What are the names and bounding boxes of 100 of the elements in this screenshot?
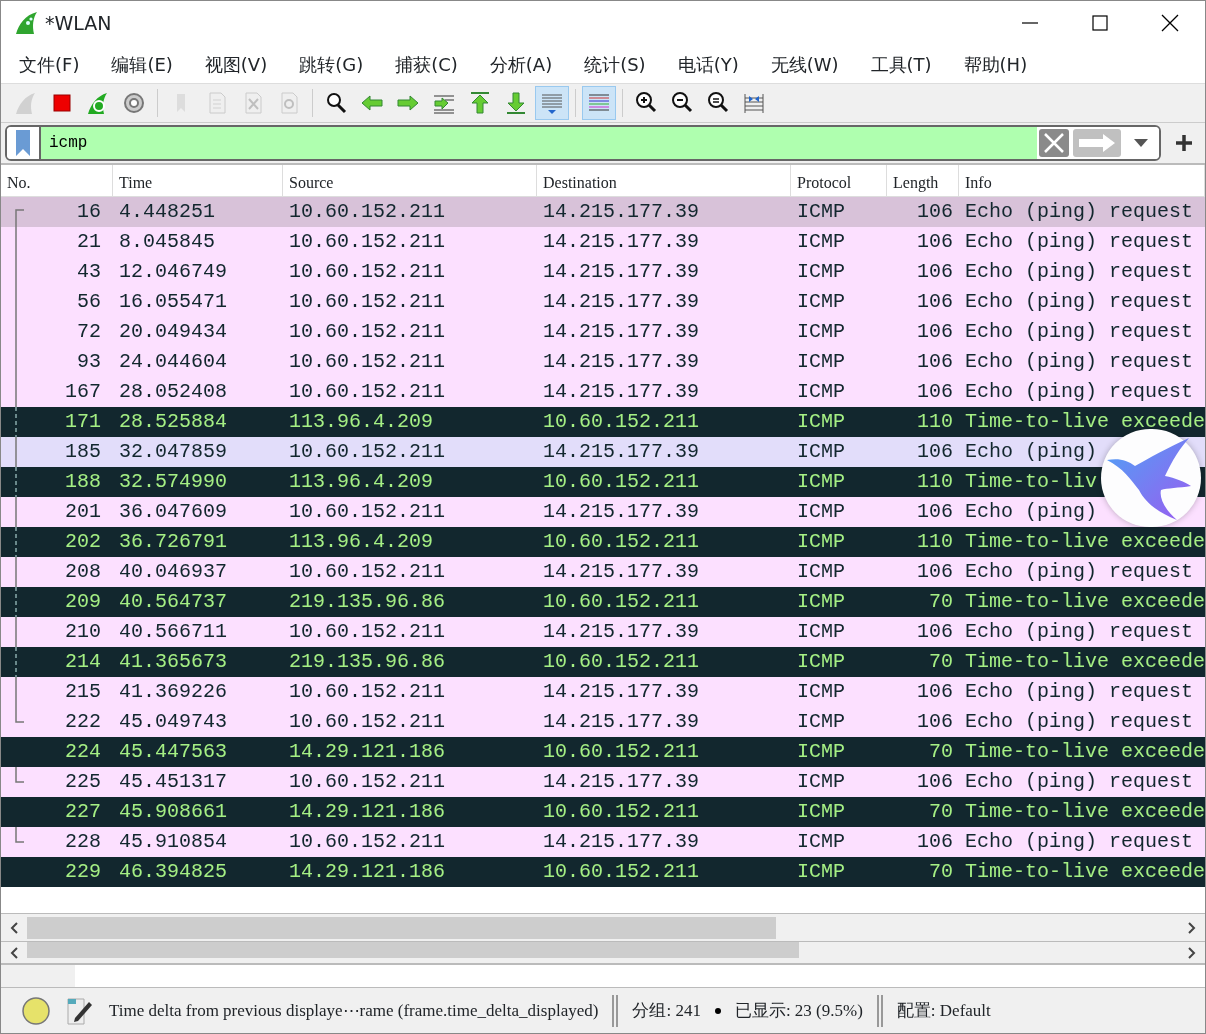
table-cell-text: ICMP — [796, 739, 846, 765]
packet-row[interactable]: 209 40.564737 219.135.96.86 10.60.152.211 ICMP 70 Time-to-live exceede — [1, 587, 1205, 617]
menu-item[interactable]: 跳转(G) — [289, 50, 374, 78]
table-cell-text: 14.215.177.39 — [542, 229, 701, 255]
table-cell-text: 14.215.177.39 — [542, 709, 701, 735]
table-cell-text: Echo (ping) request — [964, 319, 1194, 345]
table-cell-text: ICMP — [796, 469, 846, 495]
menu-item[interactable]: 文件(F) — [9, 50, 90, 78]
edit-comment-icon[interactable] — [65, 995, 95, 1026]
gear-icon — [121, 90, 147, 116]
horizontal-scrollbar[interactable] — [1, 913, 1205, 941]
packet-row[interactable]: 224 45.447563 14.29.121.186 10.60.152.211 ICMP 70 Time-to-live exceede — [1, 737, 1205, 767]
clear-button[interactable] — [1039, 129, 1069, 157]
table-cell-text: 106 — [916, 829, 954, 855]
bookmark-button[interactable] — [7, 127, 41, 159]
dot-icon — [714, 1007, 721, 1014]
packet-row[interactable]: 93 24.044604 10.60.152.211 14.215.177.39 ICMP 106 Echo (ping) request — [1, 347, 1205, 377]
packet-row[interactable]: 208 40.046937 10.60.152.211 14.215.177.39 ICMP 106 Echo (ping) request — [1, 557, 1205, 587]
table-cell-text: 14.215.177.39 — [542, 769, 701, 795]
table-cell-text: 208 — [64, 559, 102, 585]
packet-row[interactable]: 56 16.055471 10.60.152.211 14.215.177.39 ICMP 106 Echo (ping) request — [1, 287, 1205, 317]
table-cell-text: Echo (ping) request — [964, 349, 1194, 375]
column-header[interactable]: Source — [283, 165, 537, 196]
table-cell-text: ICMP — [796, 439, 846, 465]
display-filter-field[interactable]: icmp — [5, 125, 1161, 161]
table-cell-text: ICMP — [796, 589, 846, 615]
table-cell-text: 10.60.152.211 — [288, 709, 447, 735]
menu-item[interactable]: 编辑(E) — [101, 50, 183, 78]
table-cell-text: 106 — [916, 319, 954, 345]
menu-item[interactable]: 分析(A) — [479, 50, 563, 78]
table-cell-text: 113.96.4.209 — [288, 469, 435, 495]
table-cell-text: 45.908661 — [118, 799, 229, 825]
table-cell-text: 10.60.152.211 — [542, 469, 701, 495]
packet-row[interactable]: 171 28.525884 113.96.4.209 10.60.152.211 ICMP 110 Time-to-live exceede — [1, 407, 1205, 437]
menu-item[interactable]: 捕获(C) — [385, 50, 468, 78]
menu-item[interactable]: 工具(T) — [860, 50, 942, 78]
column-header[interactable]: No. — [1, 165, 113, 196]
table-cell-text: 106 — [916, 229, 954, 255]
table-cell-text: 106 — [916, 499, 954, 525]
table-cell-text: 167 — [64, 379, 102, 405]
menu-item[interactable]: 无线(W) — [760, 50, 849, 78]
horizontal-scrollbar[interactable] — [1, 941, 1205, 963]
table-cell-text: ICMP — [796, 289, 846, 315]
packet-row[interactable]: 185 32.047859 10.60.152.211 14.215.177.39 ICMP 106 Echo (ping) — [1, 437, 1205, 467]
table-cell-text: 93 — [76, 349, 102, 375]
bookmark-icon — [15, 129, 31, 157]
table-cell-text: 10.60.152.211 — [542, 529, 701, 555]
table-cell-text: ICMP — [796, 229, 846, 255]
packet-row[interactable]: 188 32.574990 113.96.4.209 10.60.152.211 ICMP 110 Time-to-liv — [1, 467, 1205, 497]
table-cell-text: 20.049434 — [118, 319, 229, 345]
packet-row[interactable]: 210 40.566711 10.60.152.211 14.215.177.39 ICMP 106 Echo (ping) request — [1, 617, 1205, 647]
profile-label[interactable]: 配置: Default — [896, 997, 991, 1024]
table-cell-text: 43 — [76, 259, 102, 285]
scrollbar-thumb[interactable] — [27, 941, 799, 958]
table-cell-text: 229 — [64, 859, 102, 885]
window-title: *WLAN — [45, 10, 113, 36]
table-cell-text: 113.96.4.209 — [288, 529, 435, 555]
packet-row[interactable]: 16 4.448251 10.60.152.211 14.215.177.39 ICMP 106 Echo (ping) request — [1, 197, 1205, 227]
packet-row[interactable]: 72 20.049434 10.60.152.211 14.215.177.39 ICMP 106 Echo (ping) request — [1, 317, 1205, 347]
table-cell-text: Echo (ping) request — [964, 769, 1194, 795]
packet-row[interactable]: 225 45.451317 10.60.152.211 14.215.177.39 ICMP 106 Echo (ping) request — [1, 767, 1205, 797]
packet-row[interactable]: 167 28.052408 10.60.152.211 14.215.177.39 ICMP 106 Echo (ping) request — [1, 377, 1205, 407]
table-cell-text: Echo (ping) — [964, 499, 1098, 525]
column-header[interactable]: Length — [887, 165, 959, 196]
packet-row[interactable]: 215 41.369226 10.60.152.211 14.215.177.39 ICMP 106 Echo (ping) request — [1, 677, 1205, 707]
table-cell-text: 4.448251 — [118, 199, 216, 225]
packet-row[interactable]: 229 46.394825 14.29.121.186 10.60.152.211 ICMP 70 Time-to-live exceede — [1, 857, 1205, 887]
table-cell-text: ICMP — [796, 319, 846, 345]
table-cell-text: 106 — [916, 619, 954, 645]
column-header[interactable]: Protocol — [791, 165, 887, 196]
packet-row[interactable]: 214 41.365673 219.135.96.86 10.60.152.211 ICMP 70 Time-to-live exceede — [1, 647, 1205, 677]
column-header[interactable]: Info — [959, 165, 1205, 196]
table-cell-text: 215 — [64, 679, 102, 705]
packet-row[interactable]: 21 8.045845 10.60.152.211 14.215.177.39 ICMP 106 Echo (ping) request — [1, 227, 1205, 257]
table-cell-text: 46.394825 — [118, 859, 229, 885]
menu-item[interactable]: 电话(Y) — [667, 50, 749, 78]
packet-row[interactable]: 228 45.910854 10.60.152.211 14.215.177.39 ICMP 106 Echo (ping) request — [1, 827, 1205, 857]
packet-row[interactable]: 227 45.908661 14.29.121.186 10.60.152.211 ICMP 70 Time-to-live exceede — [1, 797, 1205, 827]
table-cell-text: 171 — [64, 409, 102, 435]
table-cell-text: 16 — [76, 199, 102, 225]
table-cell-text: Echo (ping) request — [964, 379, 1194, 405]
menu-item[interactable]: 统计(S) — [574, 50, 656, 78]
packet-row[interactable]: 43 12.046749 10.60.152.211 14.215.177.39 ICMP 106 Echo (ping) request — [1, 257, 1205, 287]
table-cell-text: 70 — [928, 799, 954, 825]
table-cell-text: Echo (ping) request — [964, 619, 1194, 645]
packet-row[interactable]: 222 45.049743 10.60.152.211 14.215.177.39 ICMP 106 Echo (ping) request — [1, 707, 1205, 737]
column-header[interactable]: Destination — [537, 165, 791, 196]
table-cell-text: ICMP — [796, 769, 846, 795]
scrollbar-thumb[interactable] — [27, 916, 776, 939]
table-cell-text: Echo (ping) request — [964, 679, 1194, 705]
table-cell-text: 106 — [916, 259, 954, 285]
table-cell-text: 12.046749 — [118, 259, 229, 285]
minimize-icon — [1022, 22, 1038, 24]
menu-item[interactable]: 视图(V) — [194, 50, 278, 78]
table-cell-text: 106 — [916, 349, 954, 375]
menu-item[interactable]: 帮助(H) — [953, 50, 1038, 78]
packet-row[interactable]: 201 36.047609 10.60.152.211 14.215.177.39 ICMP 106 Echo (ping) — [1, 497, 1205, 527]
packet-row[interactable]: 202 36.726791 113.96.4.209 10.60.152.211 ICMP 110 Time-to-live exceede — [1, 527, 1205, 557]
table-cell-text: 14.215.177.39 — [542, 439, 701, 465]
column-header[interactable]: Time — [113, 165, 283, 196]
